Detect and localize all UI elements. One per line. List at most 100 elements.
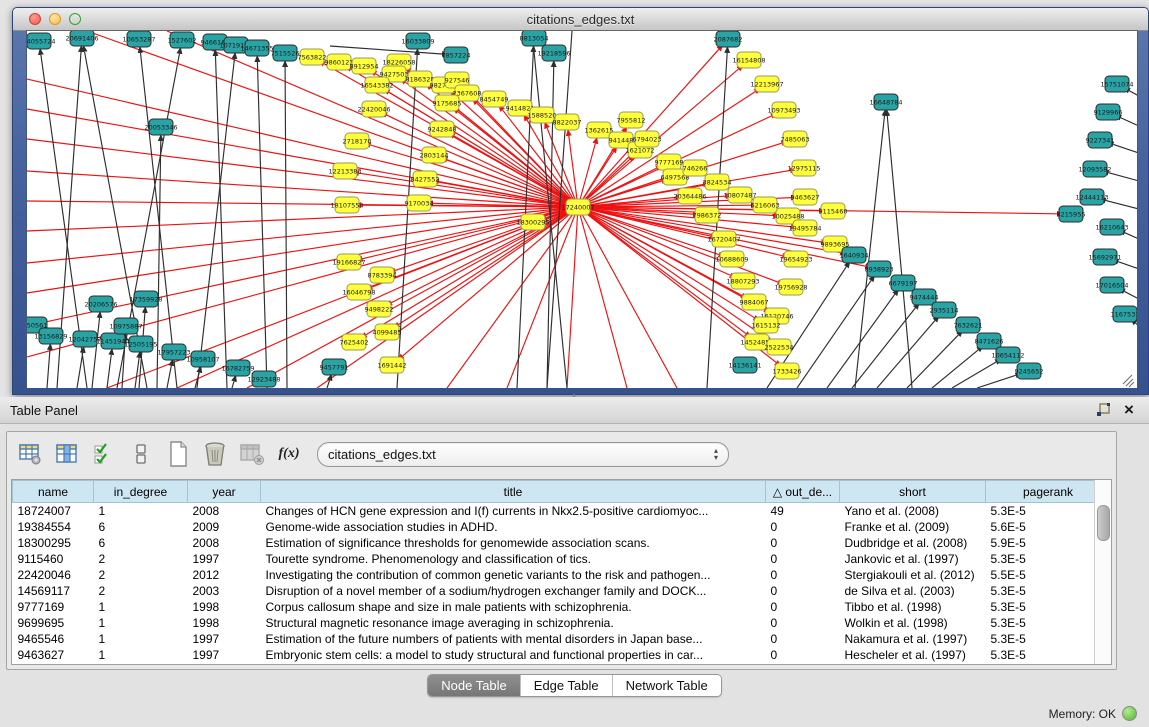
graph-edge[interactable] [257, 62, 267, 388]
table-row[interactable]: 1872400712008Changes of HCN gene express… [13, 503, 1111, 520]
graph-edge[interactable] [92, 318, 100, 388]
graph-edge[interactable] [578, 207, 627, 388]
network-canvas[interactable]: 1405572420691406106532871527602946616010… [26, 30, 1138, 388]
function-builder-button[interactable]: f(x) [276, 441, 302, 467]
graph-node[interactable]: 17240007 [561, 199, 594, 215]
graph-edge[interactable] [1121, 118, 1137, 126]
graph-node[interactable]: 16720407 [707, 231, 740, 247]
graph-node[interactable]: 19756928 [774, 279, 807, 295]
graph-node[interactable]: 15692971 [1088, 249, 1121, 265]
graph-node[interactable]: 18300295 [516, 214, 549, 230]
scrollbar-thumb[interactable] [1097, 505, 1110, 541]
graph-node[interactable]: 12505195 [124, 336, 157, 352]
table-row[interactable]: 2242004622012Investigating the contribut… [13, 567, 1111, 583]
column-header-in_degree[interactable]: in_degree [94, 481, 188, 503]
graph-edge[interactable] [1136, 323, 1137, 326]
graph-node[interactable]: 2522534 [765, 339, 794, 355]
close-panel-button[interactable]: × [1119, 401, 1139, 419]
graph-edge[interactable] [232, 381, 234, 388]
graph-node[interactable]: 9227341 [1086, 132, 1115, 148]
graph-node[interactable]: 8215955 [1057, 206, 1086, 222]
graph-edge[interactable] [77, 353, 83, 388]
table-row[interactable]: 946362711997Embryonic stem cells: a mode… [13, 647, 1111, 663]
delete-button[interactable] [202, 441, 228, 467]
graph-node[interactable]: 6794023 [633, 131, 662, 147]
graph-edge[interactable] [578, 207, 778, 282]
graph-node[interactable]: 2803144 [420, 147, 449, 163]
graph-node[interactable]: 1167533 [1111, 306, 1137, 322]
graph-node[interactable]: 6216063 [751, 197, 780, 213]
graph-node[interactable]: 20206576 [84, 296, 117, 312]
graph-node[interactable]: 6679197 [889, 275, 918, 291]
graph-node[interactable]: 22420046 [357, 101, 390, 117]
graph-edge[interactable] [578, 207, 746, 334]
graph-edge[interactable] [1106, 200, 1137, 209]
graph-node[interactable]: 7986372 [693, 207, 722, 223]
graph-node[interactable]: 17359928 [129, 291, 162, 307]
graph-node[interactable]: 16154808 [732, 52, 765, 68]
graph-node[interactable]: 18107554 [330, 197, 363, 213]
graph-node[interactable]: 14136141 [728, 357, 761, 373]
graph-node[interactable]: 9242848 [428, 121, 457, 137]
table-row[interactable]: 969969511998Structural magnetic resonanc… [13, 615, 1111, 631]
graph-node[interactable]: 12093582 [1078, 161, 1111, 177]
new-document-button[interactable] [165, 441, 191, 467]
graph-node[interactable]: 7625402 [340, 334, 369, 350]
graph-edge[interactable] [1125, 233, 1137, 239]
tab-network-table[interactable]: Network Table [612, 675, 721, 696]
graph-node[interactable]: 9498222 [365, 301, 394, 317]
title-bar[interactable]: citations_edges.txt [13, 8, 1148, 31]
column-header-out_de[interactable]: △ out_de... [766, 481, 840, 503]
graph-node[interactable]: 7563822 [298, 49, 327, 65]
table-row[interactable]: 911546021997Tourette syndrome. Phenomeno… [13, 551, 1111, 567]
tab-node-table[interactable]: Node Table [428, 675, 520, 696]
graph-node[interactable]: 1527602 [168, 32, 197, 48]
graph-node[interactable]: 7955812 [617, 112, 646, 128]
graph-node[interactable]: 9245652 [1015, 363, 1044, 379]
graph-node[interactable]: 9457791 [320, 359, 349, 375]
table-row[interactable]: 1456911722003Disruption of a novel membe… [13, 583, 1111, 599]
float-panel-button[interactable] [1093, 401, 1113, 419]
column-header-year[interactable]: year [188, 481, 261, 503]
graph-edge[interactable] [27, 109, 578, 207]
graph-node[interactable]: 20053346 [144, 119, 177, 135]
graph-node[interactable]: 8427552 [411, 171, 440, 187]
graph-node[interactable]: 7857224 [442, 47, 471, 63]
select-rows-button[interactable] [91, 441, 117, 467]
graph-node[interactable]: 13156829 [34, 328, 67, 344]
resize-grip[interactable] [1123, 375, 1132, 384]
graph-node[interactable]: 10975887 [109, 318, 142, 334]
minimize-window-button[interactable] [49, 13, 61, 25]
graph-node[interactable]: 9777169 [655, 154, 684, 170]
graph-node[interactable]: 12213967 [750, 76, 783, 92]
tab-edge-table[interactable]: Edge Table [520, 675, 612, 696]
table-row[interactable]: 1938455462009Genome-wide association stu… [13, 519, 1111, 535]
stacked-rows-button[interactable] [128, 441, 154, 467]
graph-node[interactable]: 10973493 [767, 102, 800, 118]
column-header-short[interactable]: short [840, 481, 986, 503]
graph-node[interactable]: 12975115 [787, 160, 820, 176]
graph-node[interactable]: 7515526 [271, 45, 300, 61]
graph-node[interactable]: 16033809 [401, 33, 434, 49]
graph-node[interactable]: 1733426 [773, 363, 802, 379]
column-header-name[interactable]: name [13, 481, 94, 503]
panel-splitter-handle[interactable]: ▴ [567, 393, 581, 399]
citation-network-graph[interactable]: 1405572420691406106532871527602946616010… [27, 31, 1137, 388]
graph-edge[interactable] [359, 173, 578, 207]
graph-node[interactable]: 8783394 [368, 267, 397, 283]
graph-edge[interactable] [1129, 91, 1137, 96]
graph-edge[interactable] [27, 207, 578, 263]
graph-node[interactable]: 8454749 [480, 91, 509, 107]
graph-node[interactable]: 9115460 [819, 203, 848, 219]
graph-node[interactable]: 16210643 [1095, 219, 1128, 235]
graph-node[interactable]: 20691406 [65, 31, 98, 46]
column-header-pagerank[interactable]: pagerank [986, 481, 1111, 503]
graph-edge[interactable] [1109, 173, 1137, 181]
graph-edge[interactable] [887, 116, 912, 388]
graph-edge[interactable] [167, 366, 171, 388]
graph-node[interactable]: 18807293 [726, 273, 759, 289]
graph-node[interactable]: 7485063 [781, 131, 810, 147]
graph-edge[interactable] [285, 67, 287, 388]
table-options-button[interactable] [17, 441, 43, 467]
graph-node[interactable]: 16543382 [360, 77, 393, 93]
